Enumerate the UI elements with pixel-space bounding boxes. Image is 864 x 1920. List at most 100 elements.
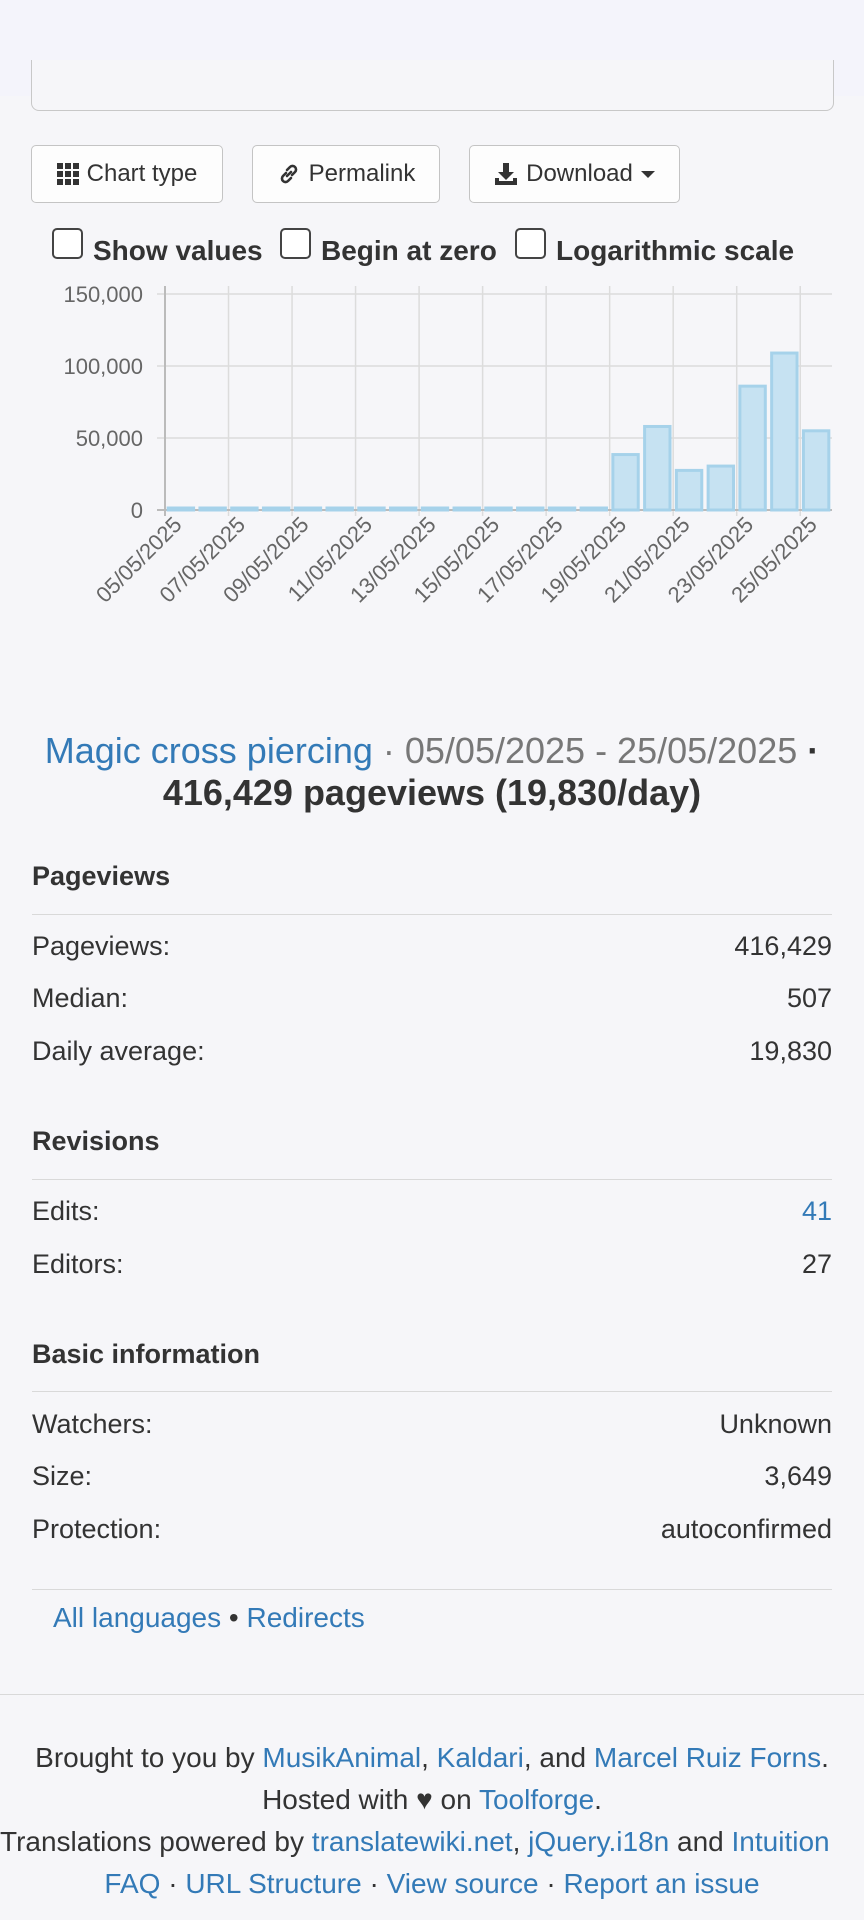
stat-label: Edits: [32,1196,100,1226]
stat-row: Edits: 41 [32,1196,832,1227]
stat-value: 27 [801,1249,832,1279]
view-source-link[interactable]: View source [387,1868,539,1899]
show-values-checkbox[interactable]: Show values [52,225,263,267]
hosted-text: Hosted with ♥ on [262,1784,479,1815]
period: . [821,1742,829,1773]
permalink-label: Permalink [308,160,416,187]
bar [611,453,640,512]
period: . [594,1784,602,1815]
footer-divider [0,1694,864,1695]
log-scale-checkbox[interactable]: Logarithmic scale [515,225,794,267]
and-text: and [669,1826,732,1857]
bar [230,506,259,512]
chart-type-label: Chart type [86,160,198,187]
bar [801,429,831,512]
divider [32,1391,832,1392]
divider [32,1589,832,1590]
translations-line: Translations powered by translatewiki.ne… [0,1826,864,1858]
author-link[interactable]: Marcel Ruiz Forns [594,1742,821,1773]
begin-at-zero-checkbox[interactable]: Begin at zero [280,225,497,267]
redirects-link[interactable]: Redirects [247,1602,365,1633]
download-icon [494,162,518,186]
url-structure-link[interactable]: URL Structure [185,1868,361,1899]
bar [484,506,513,512]
page-title: Magic cross piercing · 05/05/2025 - 25/0… [20,730,844,814]
faq-link[interactable]: FAQ [104,1868,160,1899]
bar [420,506,450,512]
stat-row: Watchers: Unknown [32,1409,832,1440]
y-tick-label: 50,000 [76,426,143,451]
revisions-heading: Revisions [32,1126,160,1156]
stat-row: Size: 3,649 [32,1461,832,1492]
stat-value: 3,649 [764,1461,832,1491]
y-tick-label: 0 [131,498,143,523]
stat-value: autoconfirmed [660,1514,832,1544]
stat-label: Daily average: [32,1036,205,1066]
jquery-i18n-link[interactable]: jQuery.i18n [528,1826,669,1857]
y-tick-label: 150,000 [63,282,143,307]
checkbox-box[interactable] [280,228,311,259]
bar [547,506,577,512]
bar [674,468,704,512]
permalink-button[interactable]: Permalink [252,145,440,203]
bar [643,424,672,512]
checkbox-box[interactable] [515,228,546,259]
toolforge-link[interactable]: Toolforge [479,1784,594,1815]
stat-label: Median: [32,983,129,1013]
all-languages-link[interactable]: All languages [53,1602,221,1633]
article-link[interactable]: Magic cross piercing [45,730,373,771]
chart-type-button[interactable]: Chart type [31,145,223,203]
footer-nav: FAQ · URL Structure · View source · Repo… [0,1868,864,1900]
stat-value: 507 [786,983,832,1013]
stat-row: Pageviews: 416,429 [32,931,832,962]
bar [389,506,418,512]
stat-label: Size: [32,1461,93,1491]
pageviews-heading: Pageviews [32,861,171,891]
bar [261,506,291,512]
stat-label: Watchers: [32,1409,153,1439]
bar [166,506,196,512]
download-label: Download [526,160,633,187]
chart-options: Show values Begin at zero Logarithmic sc… [52,225,840,269]
checkbox-box[interactable] [52,228,83,259]
separator: · [372,730,405,771]
link-icon [277,162,301,186]
caret-down-icon [640,169,655,179]
separator: · [361,1868,387,1899]
author-link[interactable]: MusikAnimal [262,1742,421,1773]
bar [293,506,323,512]
translations-text: Translations powered by [0,1826,312,1857]
stat-row: Daily average: 19,830 [32,1036,832,1067]
bar [706,464,736,512]
basic-info-heading: Basic information [32,1339,261,1369]
pageviews-total: 416,429 pageviews (19,830/day) [162,772,702,813]
translatewiki-link[interactable]: translatewiki.net [312,1826,513,1857]
settings-panel-bottom [31,60,834,111]
pageviews-chart: 050,000100,000150,00005/05/202507/05/202… [63,282,832,607]
begin-at-zero-label: Begin at zero [321,235,497,266]
separator: · [538,1868,564,1899]
stat-label: Protection: [32,1514,162,1544]
comma: , [421,1742,429,1773]
stat-row: Median: 507 [32,983,832,1014]
bar [770,351,799,512]
author-link[interactable]: Kaldari [437,1742,524,1773]
hosted-line: Hosted with ♥ on Toolforge. [0,1784,864,1816]
log-scale-label: Logarithmic scale [556,235,795,266]
bar [738,384,767,512]
y-tick-label: 100,000 [63,354,143,379]
stat-row: Protection: autoconfirmed [32,1514,832,1545]
stat-value: 416,429 [734,931,832,961]
stat-value: 19,830 [749,1036,832,1066]
report-issue-link[interactable]: Report an issue [563,1868,759,1899]
edits-link[interactable]: 41 [802,1196,832,1227]
stat-row: Editors: 27 [32,1249,832,1280]
separator: · [797,730,820,771]
grid-icon [56,163,79,185]
download-button[interactable]: Download [469,145,680,203]
stat-label: Editors: [32,1249,124,1279]
bar [516,506,545,512]
intuition-link[interactable]: Intuition [732,1826,830,1857]
comma: , [512,1826,521,1857]
show-values-label: Show values [93,235,263,266]
